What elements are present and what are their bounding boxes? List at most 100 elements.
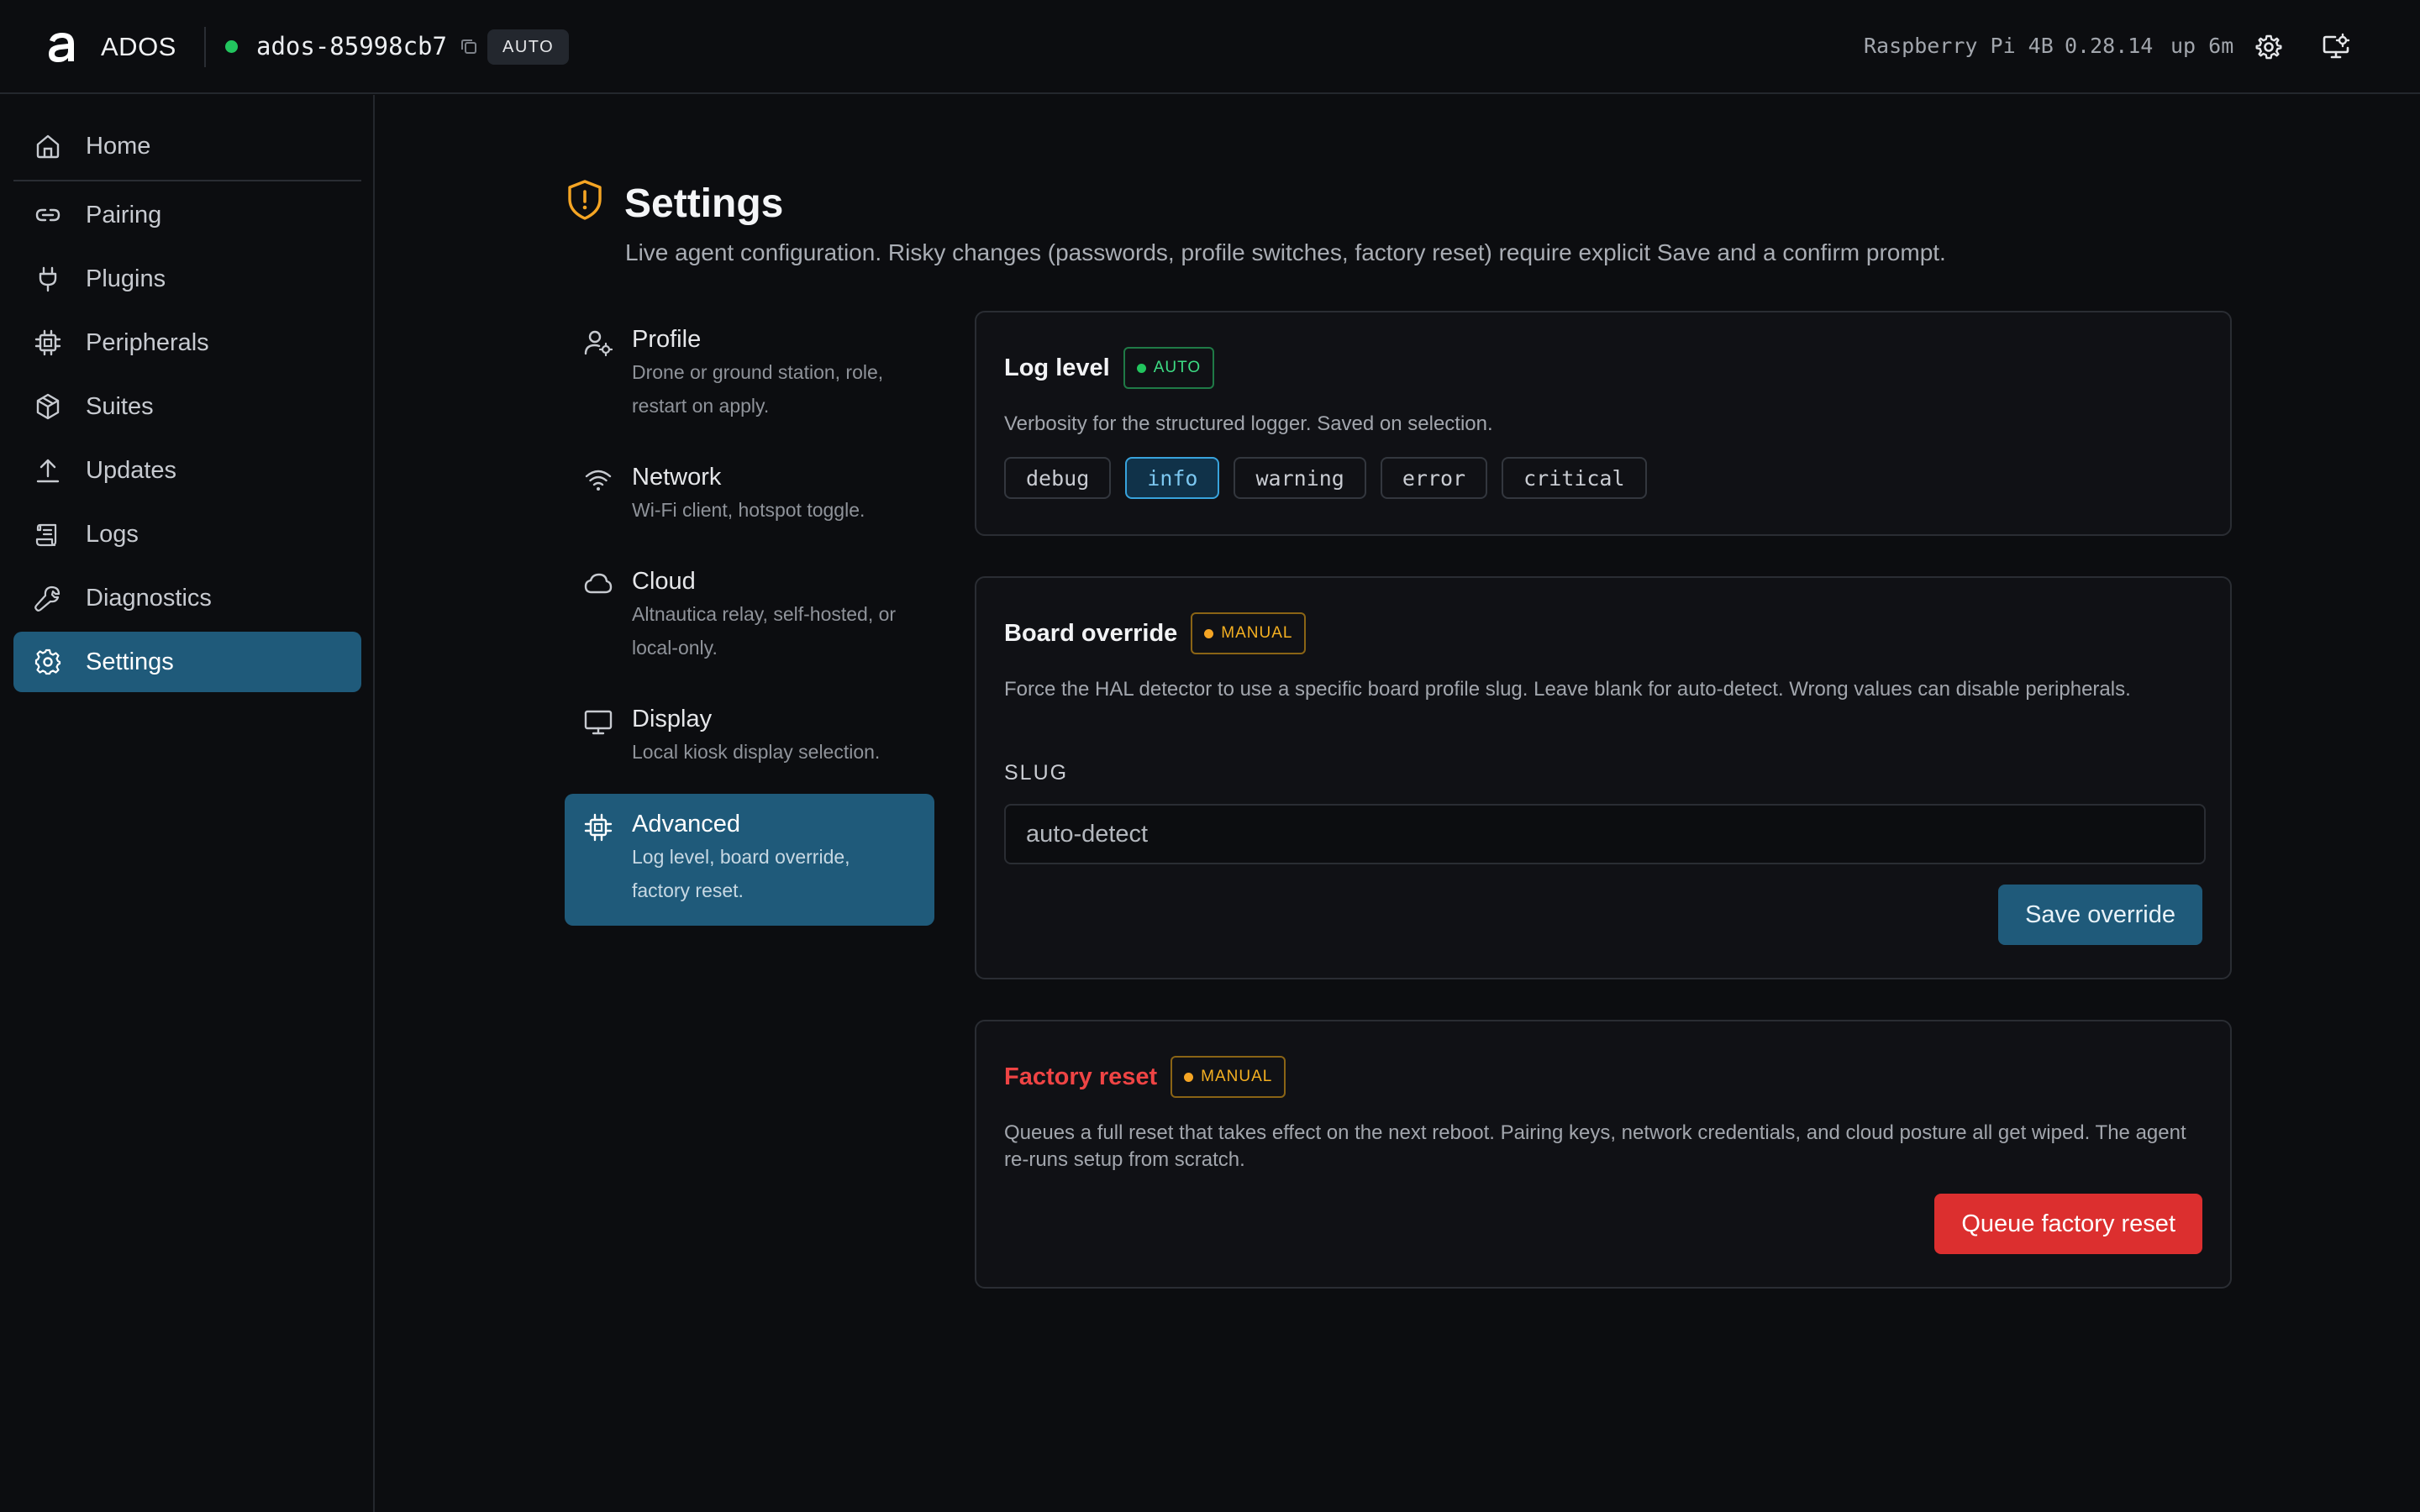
agent-id: ados-85998cb7	[256, 32, 447, 60]
shield-alert-icon	[568, 180, 602, 220]
log-level-option-info[interactable]: info	[1125, 457, 1220, 499]
subnav-display[interactable]: Display Local kiosk display selection.	[565, 689, 934, 781]
card-title: Board override	[1004, 619, 1178, 647]
manual-badge: MANUAL	[1171, 1056, 1286, 1098]
subnav-description-line: restart on apply.	[632, 395, 770, 417]
subnav-title: Advanced	[632, 811, 740, 837]
badge-dot	[1204, 628, 1214, 638]
slug-label: SLUG	[1004, 761, 1069, 785]
subnav-advanced[interactable]: Advanced Log level, board override, fact…	[565, 794, 934, 926]
user-gear-icon	[584, 330, 613, 357]
slug-input[interactable]	[1004, 804, 2206, 864]
subnav-description-line: Drone or ground station, role,	[632, 361, 884, 383]
factory-reset-card: Factory reset MANUAL Queues a full reset…	[975, 1020, 2232, 1289]
plug-icon	[39, 266, 57, 292]
sidebar-item-peripherals[interactable]: Peripherals	[13, 312, 361, 373]
card-header: Log level AUTO	[1004, 347, 1215, 389]
log-level-option-debug[interactable]: debug	[1004, 457, 1112, 499]
version: 0.28.14	[2065, 34, 2154, 58]
monitor-settings-icon[interactable]	[2321, 32, 2351, 62]
sidebar: Home Pairing Plugins Peripherals Suites …	[0, 95, 375, 1512]
save-override-button[interactable]: Save override	[1998, 885, 2202, 945]
subnav-title: Cloud	[632, 568, 696, 595]
card-description: Verbosity for the structured logger. Sav…	[1004, 412, 1493, 435]
log-level-option-error[interactable]: error	[1380, 457, 1488, 499]
badge-dot	[1184, 1072, 1194, 1082]
divider	[204, 27, 206, 67]
subnav-description-line: local-only.	[632, 637, 718, 659]
subnav-description: Wi-Fi client, hotspot toggle.	[632, 493, 934, 527]
subnav-description-line: Log level, board override,	[632, 846, 850, 868]
sidebar-item-settings[interactable]: Settings	[13, 632, 361, 692]
home-icon	[36, 134, 60, 159]
log-level-option-critical[interactable]: critical	[1502, 457, 1647, 499]
chip-icon	[34, 329, 61, 356]
manual-badge: MANUAL	[1191, 612, 1307, 654]
subnav-description: Altnautica relay, self-hosted, or local-…	[632, 597, 934, 664]
subnav-cloud[interactable]: Cloud Altnautica relay, self-hosted, or …	[565, 551, 934, 677]
cloud-icon	[584, 573, 613, 594]
badge-label: AUTO	[1153, 359, 1202, 376]
device-name: Raspberry Pi 4B	[1864, 34, 2054, 58]
gear-icon	[34, 648, 61, 675]
sidebar-item-plugins[interactable]: Plugins	[13, 249, 361, 309]
sidebar-item-label: Peripherals	[86, 328, 209, 356]
sidebar-item-label: Suites	[86, 392, 154, 420]
chip-icon	[584, 813, 613, 842]
subnav-title: Display	[632, 706, 713, 732]
subnav-description: Log level, board override, factory reset…	[632, 840, 934, 907]
card-description: Force the HAL detector to use a specific…	[1004, 678, 2131, 701]
badge-dot	[1136, 363, 1146, 373]
card-description: Queues a full reset that takes effect on…	[1004, 1121, 2186, 1171]
agent-identity: ados-85998cb7	[225, 32, 479, 60]
subnav-title: Profile	[632, 326, 702, 353]
card-title: Log level	[1004, 354, 1110, 381]
queue-factory-reset-button[interactable]: Queue factory reset	[1934, 1194, 2202, 1254]
app-name: ADOS	[101, 32, 176, 61]
board-override-card: Board override MANUAL Force the HAL dete…	[975, 576, 2232, 979]
wrench-icon	[34, 585, 60, 612]
brand[interactable]: ADOS	[44, 25, 176, 69]
scroll-icon	[35, 523, 57, 547]
sidebar-item-logs[interactable]: Logs	[13, 504, 361, 564]
box-icon	[36, 393, 60, 420]
sidebar-item-updates[interactable]: Updates	[13, 440, 361, 501]
sidebar-item-label: Updates	[86, 456, 177, 484]
subnav-description-line: factory reset.	[632, 879, 744, 901]
link-icon	[35, 208, 60, 222]
sidebar-item-diagnostics[interactable]: Diagnostics	[13, 568, 361, 628]
sidebar-item-home[interactable]: Home	[13, 116, 361, 176]
online-status-dot	[225, 39, 238, 53]
card-title: Factory reset	[1004, 1063, 1158, 1090]
sidebar-item-suites[interactable]: Suites	[13, 376, 361, 437]
mode-badge: AUTO	[487, 29, 570, 65]
page-subtitle: Live agent configuration. Risky changes …	[625, 239, 1946, 265]
sidebar-item-label: Logs	[86, 520, 139, 548]
badge-label: MANUAL	[1221, 624, 1293, 642]
wifi-icon	[585, 470, 612, 491]
subnav-title: Network	[632, 464, 722, 491]
uptime: up 6m	[2170, 34, 2234, 58]
ados-logo-icon	[49, 33, 74, 62]
subnav-description-line: Wi-Fi client, hotspot toggle.	[632, 499, 865, 521]
sidebar-item-label: Plugins	[86, 265, 166, 292]
sidebar-item-pairing[interactable]: Pairing	[13, 185, 361, 245]
log-level-card: Log level AUTO Verbosity for the structu…	[975, 311, 2232, 536]
copy-icon[interactable]	[459, 36, 479, 56]
subnav-network[interactable]: Network Wi-Fi client, hotspot toggle.	[565, 447, 934, 539]
log-level-options: debug info warning error critical	[1004, 457, 1661, 499]
sidebar-divider	[13, 180, 361, 181]
log-level-option-warning[interactable]: warning	[1234, 457, 1366, 499]
card-header: Board override MANUAL	[1004, 612, 1307, 654]
subnav-profile[interactable]: Profile Drone or ground station, role, r…	[565, 309, 934, 435]
subnav-description: Local kiosk display selection.	[632, 735, 934, 769]
sidebar-item-label: Settings	[86, 648, 174, 675]
upload-icon	[36, 459, 60, 483]
subnav-description-line: Local kiosk display selection.	[632, 741, 881, 763]
monitor-icon	[584, 710, 613, 735]
sidebar-item-label: Pairing	[86, 201, 162, 228]
top-bar: ADOS ados-85998cb7 AUTO Raspberry Pi 4B …	[0, 0, 2420, 94]
subnav-description-line: Altnautica relay, self-hosted, or	[632, 603, 897, 625]
page-title: Settings	[624, 181, 784, 226]
gear-icon[interactable]	[2254, 32, 2284, 62]
